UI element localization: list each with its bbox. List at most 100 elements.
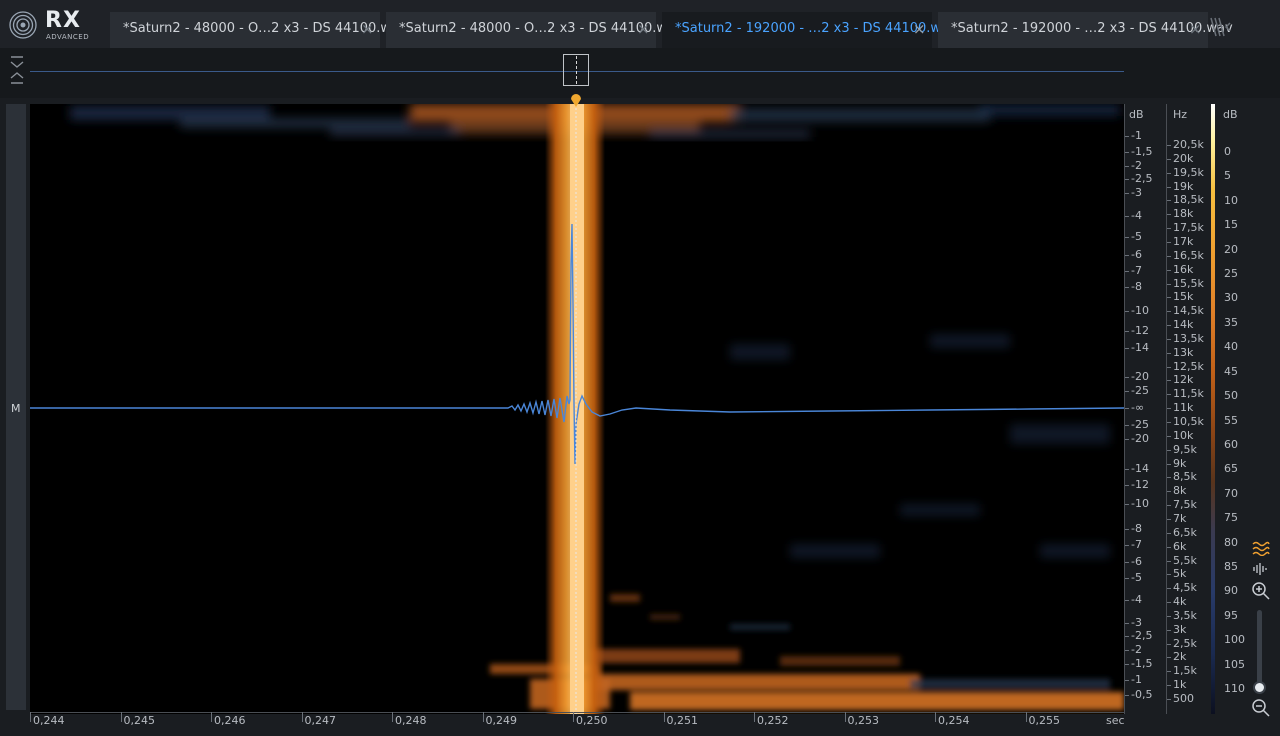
db-scale-label: 60 xyxy=(1224,437,1238,451)
freq-tick-mark xyxy=(1167,532,1171,534)
freq-tick-label: 15k xyxy=(1173,290,1194,304)
amp-tick-mark xyxy=(1125,136,1129,137)
close-icon[interactable]: × xyxy=(1189,20,1202,38)
freq-tick-mark xyxy=(1167,366,1171,368)
freq-tick-label: 8,5k xyxy=(1173,470,1197,484)
freq-tick-label: 16k xyxy=(1173,262,1194,276)
amp-tick-label: -20 xyxy=(1131,370,1149,383)
freq-tick-mark xyxy=(1167,214,1171,216)
amp-tick-label: -5 xyxy=(1131,571,1142,584)
collapse-overview-icon[interactable] xyxy=(8,56,26,84)
amp-tick-mark xyxy=(1125,636,1129,637)
freq-tick-mark xyxy=(1167,408,1171,410)
db-scale: 0 5 10 15 20 25 30 35 40 45 50 55 60 65 70 75 80 85 90 95 10… xyxy=(1216,104,1252,714)
freq-tick-label: 8k xyxy=(1173,484,1187,498)
spectrogram-view[interactable] xyxy=(30,104,1124,714)
freq-tick-mark xyxy=(1167,574,1171,576)
amp-tick-label: -1,5 xyxy=(1131,657,1153,670)
freq-tick-mark xyxy=(1167,435,1171,437)
amp-tick-mark xyxy=(1125,562,1129,563)
freq-tick-label: 6k xyxy=(1173,539,1187,553)
time-tick-mark xyxy=(482,712,484,722)
freq-tick-label: 5,5k xyxy=(1173,553,1197,567)
freq-tick-mark xyxy=(1167,463,1171,465)
db-scale-label: 65 xyxy=(1224,462,1238,476)
freq-tick-label: 14k xyxy=(1173,318,1194,332)
amp-tick-label: -2,5 xyxy=(1131,629,1153,642)
amp-tick-label: -1,5 xyxy=(1131,145,1153,158)
amp-tick-mark xyxy=(1125,425,1129,426)
zoom-slider-thumb[interactable] xyxy=(1253,681,1266,694)
freq-tick-mark xyxy=(1167,477,1171,479)
amp-tick-label: -4 xyxy=(1131,593,1142,606)
tab-file-1[interactable]: *Saturn2 - 48000 - O…2 x3 - DS 44100.wav… xyxy=(110,12,407,48)
db-scale-label: 85 xyxy=(1224,559,1238,573)
freq-tick-label: 2k xyxy=(1173,650,1187,664)
rx-logo: RX ADVANCED xyxy=(6,6,101,46)
db-scale-label: 45 xyxy=(1224,364,1238,378)
amp-tick-label: -1 xyxy=(1131,673,1142,686)
time-tick-mark xyxy=(211,712,212,722)
amplitude-axis[interactable]: -1 -1,5 -2 -2,5 -3 -4 -5 -6 -7 -8 -10 -12 -14 -20 -25-… xyxy=(1124,104,1165,714)
db-scale-label: 110 xyxy=(1224,682,1245,695)
freq-tick-label: 12,5k xyxy=(1173,359,1204,373)
amp-tick-mark xyxy=(1125,179,1129,180)
db-scale-label: 95 xyxy=(1224,608,1238,622)
time-tick-mark xyxy=(663,712,665,722)
amp-tick-mark xyxy=(1125,469,1129,470)
amp-tick-mark xyxy=(1125,650,1129,651)
close-icon[interactable]: × xyxy=(361,20,374,38)
tab-file-2[interactable]: *Saturn2 - 48000 - O…2 x3 - DS 44100.wav… xyxy=(386,12,683,48)
frequency-axis[interactable]: 20,5k 20k 19,5k 19k 18,5k 18k 17,5k 17k 16,5k 16k… xyxy=(1166,104,1209,714)
freq-tick-label: 17,5k xyxy=(1173,221,1204,235)
zoom-slider-track[interactable] xyxy=(1257,610,1262,688)
freq-tick-label: 14,5k xyxy=(1173,304,1204,318)
zoom-in-icon[interactable] xyxy=(1251,581,1271,601)
db-scale-label: 15 xyxy=(1224,218,1238,232)
playhead-marker-icon[interactable] xyxy=(569,92,583,108)
amp-tick-label: -6 xyxy=(1131,248,1142,261)
time-tick-label: 0,246 xyxy=(214,714,246,727)
time-tick-mark xyxy=(392,712,393,722)
freq-tick-label: 12k xyxy=(1173,373,1194,387)
db-scale-label: 25 xyxy=(1224,267,1238,281)
freq-tick-label: 11,5k xyxy=(1173,387,1204,401)
time-tick-label: 0,244 xyxy=(33,714,65,727)
freq-tick-mark xyxy=(1167,380,1171,382)
tab-overflow-button[interactable] xyxy=(1208,14,1236,44)
amp-tick-mark xyxy=(1125,485,1129,486)
freq-tick-label: 11k xyxy=(1173,401,1194,415)
freq-tick-label: 3,5k xyxy=(1173,608,1197,622)
zoom-out-icon[interactable] xyxy=(1251,698,1271,718)
tab-file-4[interactable]: *Saturn2 - 192000 - …2 x3 - DS 44100.wav… xyxy=(938,12,1233,48)
freq-tick-label: 4k xyxy=(1173,595,1187,609)
tab-overflow-icon xyxy=(1210,17,1231,37)
time-axis[interactable]: 0,244 0,245 0,246 0,247 0,248 0,249 0,250 0,251… xyxy=(0,712,1160,736)
rx-logo-icon xyxy=(9,11,37,39)
freq-tick-mark xyxy=(1167,657,1171,659)
freq-tick-mark xyxy=(1167,269,1171,271)
freq-tick-mark xyxy=(1167,228,1171,230)
overview-playhead xyxy=(576,56,578,84)
freq-tick-mark xyxy=(1167,518,1171,520)
db-scale-label: 70 xyxy=(1224,486,1238,500)
spectrogram-icon[interactable] xyxy=(1252,540,1270,556)
freq-tick-mark xyxy=(1167,422,1171,423)
amp-tick-mark xyxy=(1125,578,1129,579)
close-icon[interactable]: × xyxy=(637,20,650,38)
overview-strip[interactable] xyxy=(0,48,1280,98)
freq-tick-mark xyxy=(1167,560,1171,562)
amp-tick-mark xyxy=(1125,377,1129,378)
tab-file-3[interactable]: *Saturn2 - 192000 - …2 x3 - DS 44100.wav… xyxy=(662,12,957,48)
amp-tick-label: -3 xyxy=(1131,616,1142,629)
freq-tick-label: 3k xyxy=(1173,622,1187,636)
freq-tick-mark xyxy=(1167,158,1171,160)
logo-text: RX xyxy=(45,8,81,33)
freq-tick-label: 17k xyxy=(1173,234,1194,248)
amp-tick-mark xyxy=(1125,271,1129,272)
waveform-icon[interactable] xyxy=(1252,562,1270,576)
time-tick-label: 0,250 xyxy=(576,714,608,727)
close-icon[interactable]: × xyxy=(913,20,926,38)
freq-tick-label: 20,5k xyxy=(1173,138,1204,151)
amp-tick-label: -5 xyxy=(1131,230,1142,243)
